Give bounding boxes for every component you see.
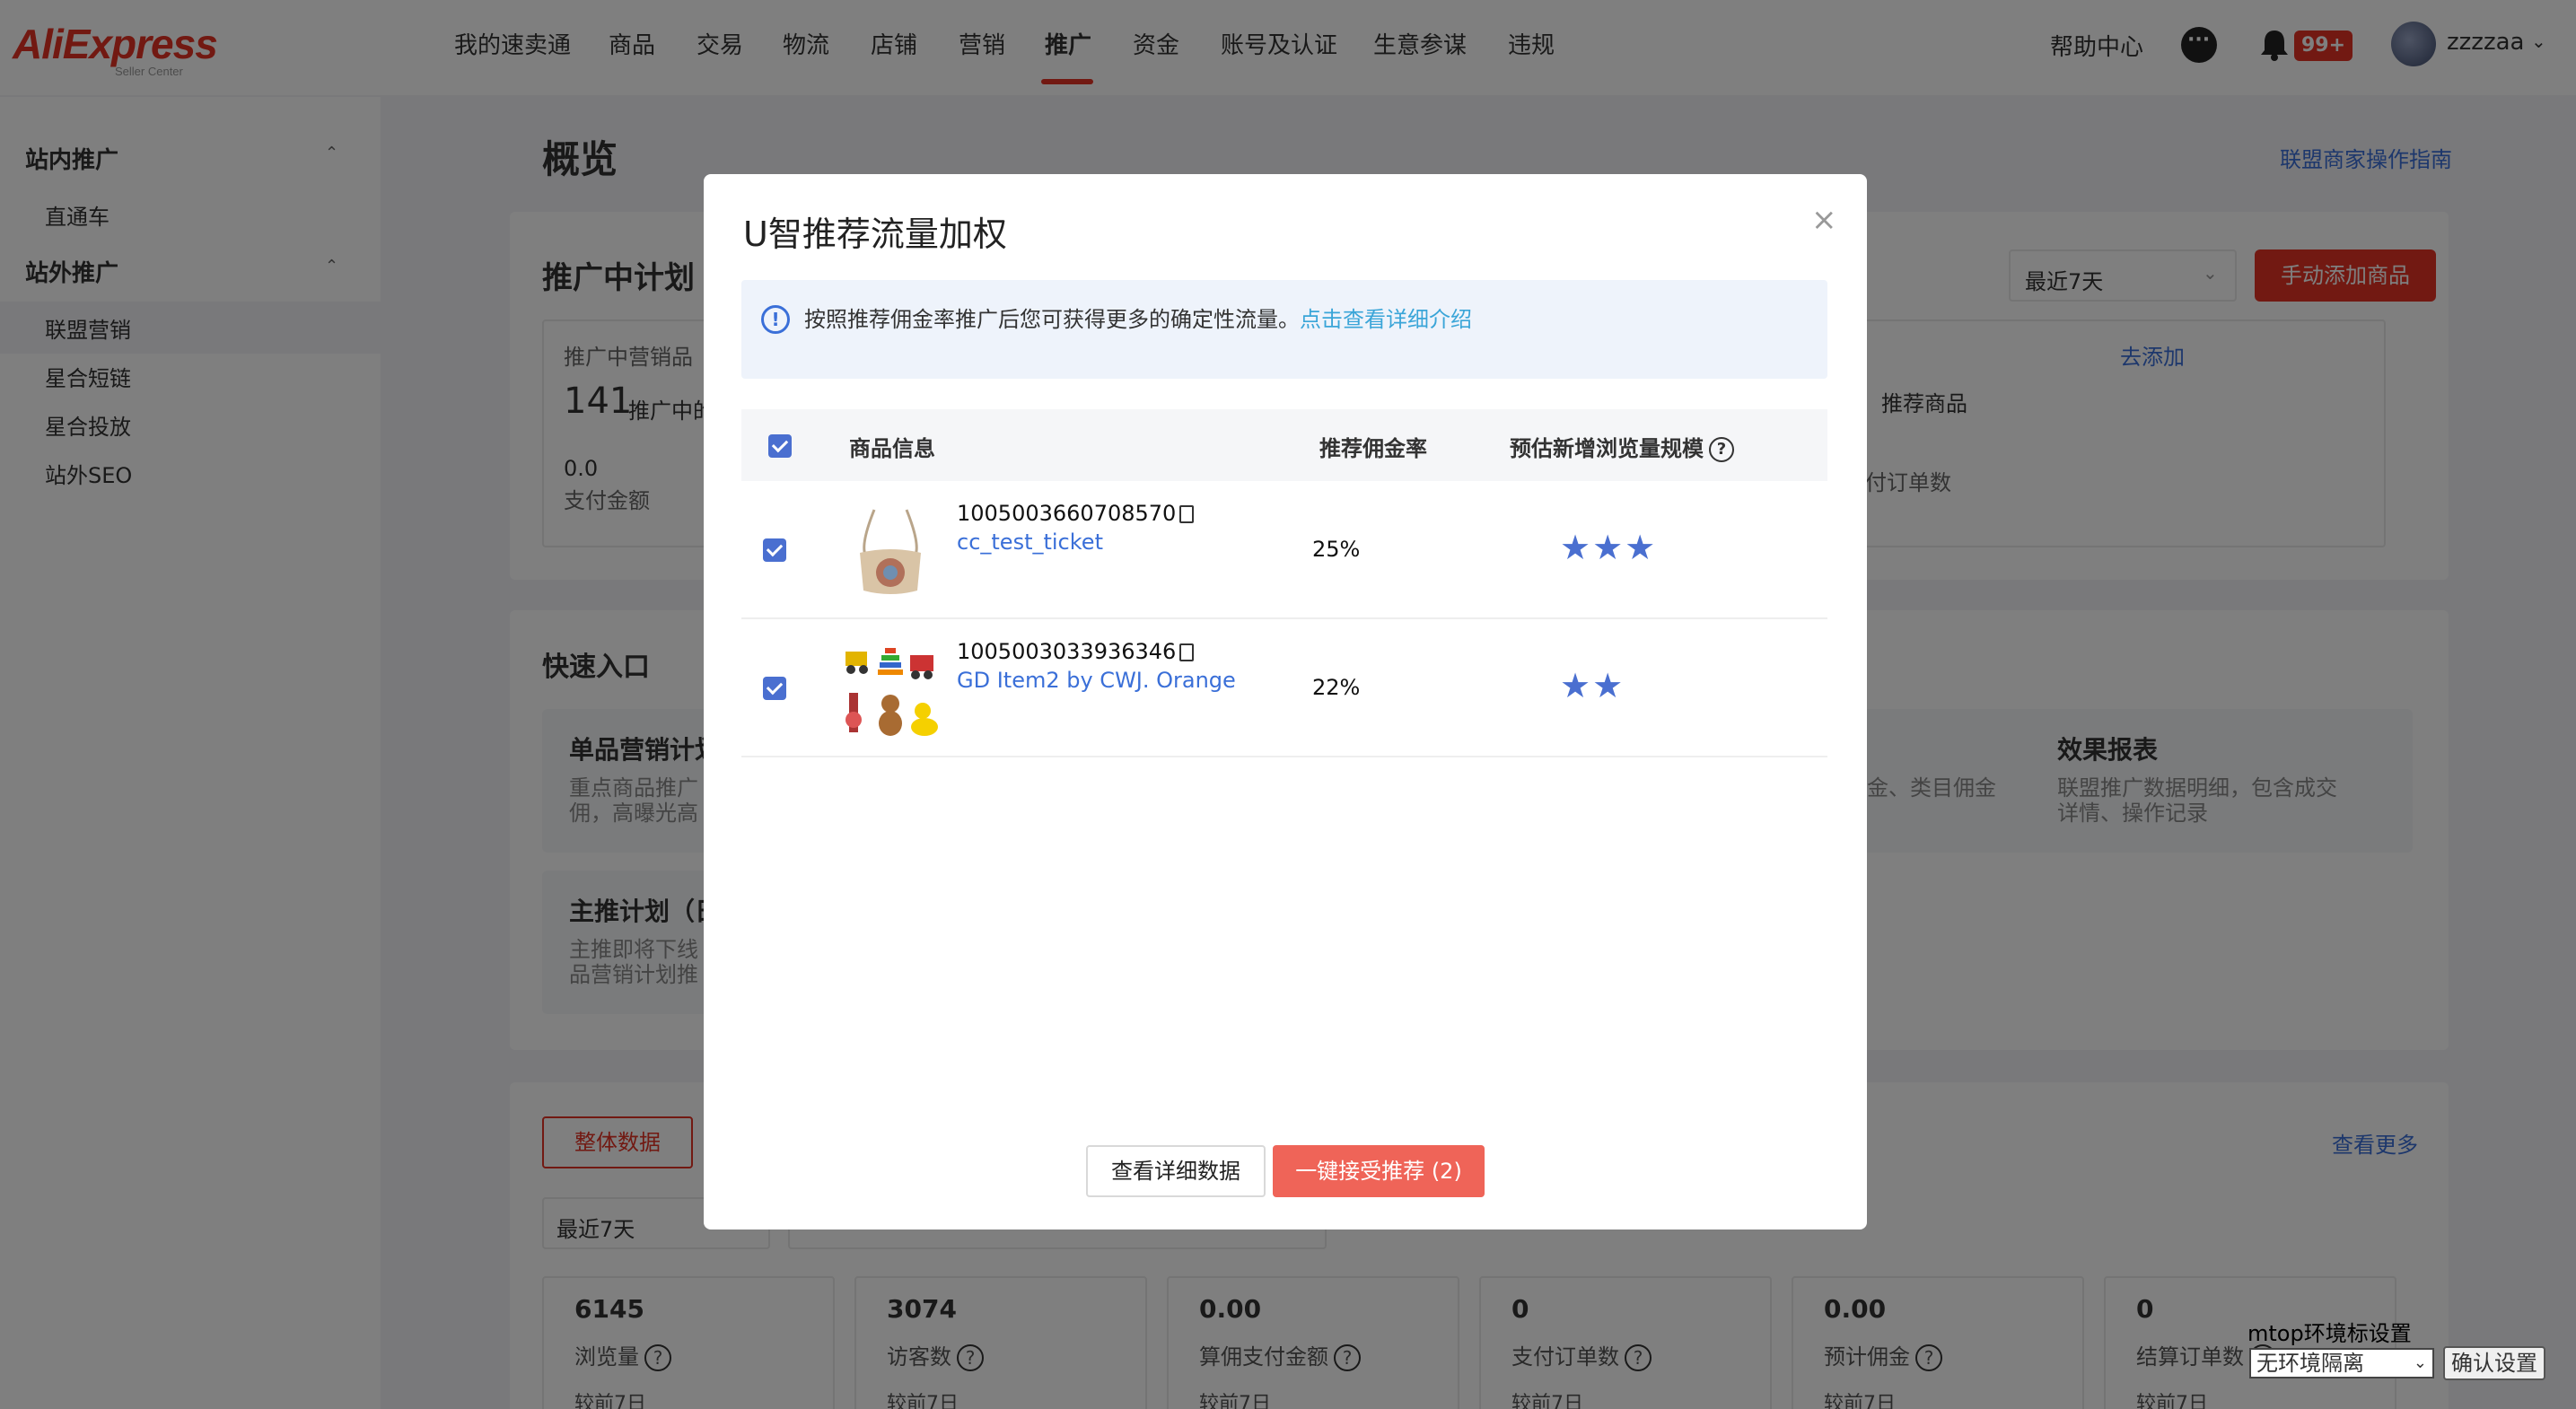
product-id-text: 1005003660708570 xyxy=(957,501,1177,526)
info-banner: ! 按照推荐佣金率推广后您可获得更多的确定性流量。点击查看详细介绍 xyxy=(741,280,1827,379)
confirm-settings-button[interactable]: 确认设置 xyxy=(2443,1346,2545,1380)
column-traffic-scale-label: 预估新增浏览量规模 xyxy=(1510,436,1704,461)
copy-icon[interactable] xyxy=(1179,505,1195,523)
info-message: 按照推荐佣金率推广后您可获得更多的确定性流量。 xyxy=(804,307,1300,332)
recommend-modal: U智推荐流量加权 × ! 按照推荐佣金率推广后您可获得更多的确定性流量。点击查看… xyxy=(704,174,1867,1230)
product-image-toys[interactable] xyxy=(840,639,941,740)
column-commission-rate: 推荐佣金率 xyxy=(1319,436,1427,461)
info-icon: ! xyxy=(761,305,790,334)
close-icon[interactable]: × xyxy=(1811,205,1837,235)
commission-rate: 25% xyxy=(1312,537,1361,562)
star-rating: ★★★ xyxy=(1560,528,1658,567)
product-name-link[interactable]: GD Item2 by CWJ. Orange xyxy=(957,668,1236,693)
select-all-checkbox[interactable] xyxy=(768,434,792,458)
product-id: 1005003033936346 xyxy=(957,639,1195,664)
product-id: 1005003660708570 xyxy=(957,501,1195,526)
env-select-value: 无环境隔离 xyxy=(2256,1351,2364,1376)
env-isolation-select[interactable]: 无环境隔离 ⌄ xyxy=(2249,1348,2434,1378)
view-detail-data-button[interactable]: 查看详细数据 xyxy=(1086,1145,1266,1197)
row-checkbox[interactable] xyxy=(763,538,786,562)
question-icon[interactable]: ? xyxy=(1709,437,1734,462)
row-checkbox[interactable] xyxy=(763,677,786,700)
commission-rate: 22% xyxy=(1312,675,1361,700)
product-image-bag[interactable] xyxy=(840,501,941,601)
accept-all-recommendations-button[interactable]: 一键接受推荐 (2) xyxy=(1273,1145,1485,1197)
column-product-info: 商品信息 xyxy=(849,436,935,461)
product-name-link[interactable]: cc_test_ticket xyxy=(957,529,1103,555)
info-text: 按照推荐佣金率推广后您可获得更多的确定性流量。点击查看详细介绍 xyxy=(804,302,1472,333)
copy-icon[interactable] xyxy=(1179,643,1195,661)
column-traffic-scale: 预估新增浏览量规模? xyxy=(1510,431,1734,462)
table-header: 商品信息 推荐佣金率 预估新增浏览量规模? xyxy=(741,409,1827,481)
star-rating: ★★ xyxy=(1560,666,1625,705)
modal-title: U智推荐流量加权 xyxy=(743,214,1007,254)
table-row: 1005003660708570 cc_test_ticket 25% ★★★ xyxy=(741,483,1827,619)
product-id-text: 1005003033936346 xyxy=(957,639,1177,664)
table-row: 1005003033936346 GD Item2 by CWJ. Orange… xyxy=(741,621,1827,757)
chevron-down-icon: ⌄ xyxy=(2413,1353,2427,1372)
detail-intro-link[interactable]: 点击查看详细介绍 xyxy=(1300,307,1472,332)
mtop-env-label: mtop环境标设置 xyxy=(2247,1321,2412,1346)
